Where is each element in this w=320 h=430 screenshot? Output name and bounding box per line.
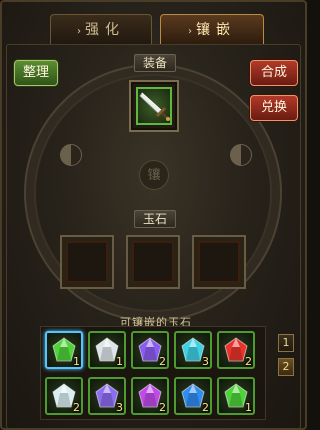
gem-count: 1 [116, 355, 123, 368]
gem-label: 玉石 [134, 210, 176, 228]
gem-cell[interactable]: 2 [45, 377, 83, 415]
gem-cell[interactable]: 1 [217, 377, 255, 415]
combine-button[interactable]: 合成 [250, 60, 298, 86]
gem-cell[interactable]: 3 [174, 331, 212, 369]
sort-button[interactable]: 整理 [14, 60, 58, 86]
exchange-button[interactable]: 兑换 [250, 95, 298, 121]
yinyang-icon [230, 144, 252, 166]
gem-count: 1 [245, 401, 252, 414]
equipment-item[interactable] [136, 87, 172, 125]
page-button-1[interactable]: 1 [278, 334, 294, 352]
gem-slot[interactable] [192, 235, 246, 289]
tab-strengthen[interactable]: › 强化 [50, 14, 152, 44]
gem-count: 1 [73, 355, 80, 368]
sword-icon [139, 92, 170, 121]
gem-cell[interactable]: 1 [45, 331, 83, 369]
gem-slot[interactable] [126, 235, 180, 289]
page-button-2[interactable]: 2 [278, 358, 294, 376]
center-glyph: 镶 [139, 160, 169, 190]
tab-arrow-icon: › [77, 26, 81, 37]
yinyang-icon [60, 144, 82, 166]
gem-cell[interactable]: 2 [217, 331, 255, 369]
gem-count: 2 [202, 401, 209, 414]
gem-count: 2 [73, 401, 80, 414]
gem-cell[interactable]: 2 [131, 377, 169, 415]
tab-strengthen-label: 强化 [85, 22, 125, 38]
gem-cell[interactable]: 1 [88, 331, 126, 369]
equipment-slot[interactable] [129, 80, 179, 132]
gem-cell[interactable]: 2 [131, 331, 169, 369]
gem-count: 2 [159, 401, 166, 414]
gem-count: 2 [245, 355, 252, 368]
gem-inventory-grid: 1 1 2 3 2 2 3 2 2 1 [40, 326, 266, 420]
equipment-label: 装备 [134, 54, 176, 72]
tab-arrow-icon: › [188, 26, 192, 37]
tab-inlay-label: 镶嵌 [196, 22, 236, 38]
gem-count: 2 [159, 355, 166, 368]
gem-count: 3 [116, 401, 123, 414]
tab-inlay[interactable]: › 镶嵌 [160, 14, 264, 44]
gem-slot[interactable] [60, 235, 114, 289]
gem-cell[interactable]: 3 [88, 377, 126, 415]
gem-count: 3 [202, 355, 209, 368]
inlay-panel: › 强化 › 镶嵌 镶 整理 合成 兑换 装备 玉石 可镶嵌的玉石 11232232… [0, 0, 307, 430]
gem-cell[interactable]: 2 [174, 377, 212, 415]
